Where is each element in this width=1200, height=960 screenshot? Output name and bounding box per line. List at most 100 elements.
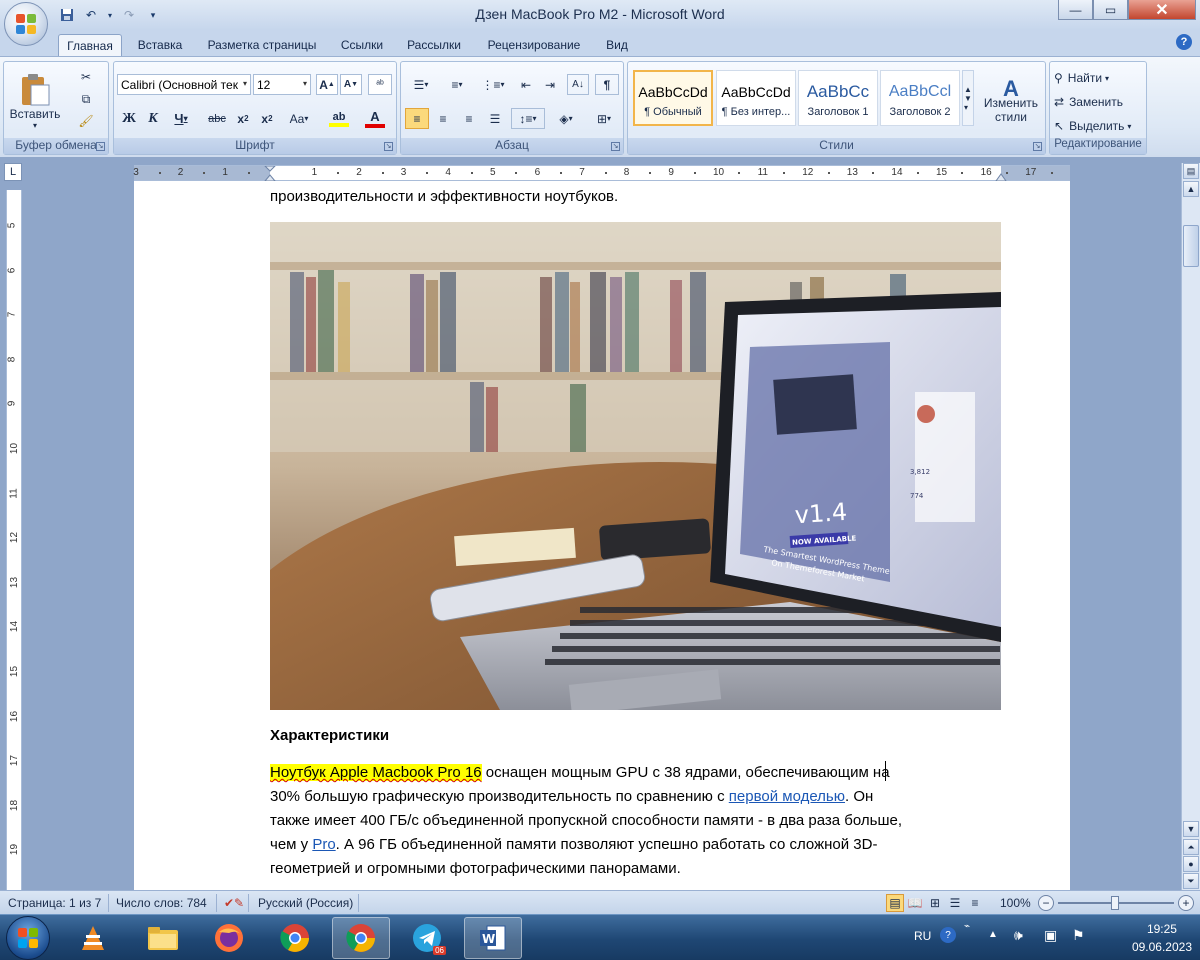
shrink-font-button[interactable]: A ▼ (340, 74, 362, 95)
tab-view[interactable]: Вид (598, 34, 636, 56)
taskbar-word[interactable]: W (464, 917, 522, 959)
tab-selector[interactable]: L (4, 163, 22, 181)
change-styles-button[interactable]: A Изменить стили (978, 68, 1044, 138)
numbering-button[interactable]: ≡ ▾ (441, 74, 473, 95)
format-painter-icon[interactable]: 🖌 (76, 112, 96, 130)
multilevel-list-button[interactable]: ⋮≡ ▾ (477, 74, 509, 95)
increase-indent-button[interactable]: ⇥ (539, 74, 561, 95)
style-heading-1[interactable]: AaBbCc Заголовок 1 (798, 70, 878, 126)
scroll-thumb[interactable] (1183, 225, 1199, 267)
zoom-slider-thumb[interactable] (1111, 896, 1119, 910)
decrease-indent-button[interactable]: ⇤ (515, 74, 537, 95)
paste-button[interactable]: Вставить ▾ (10, 66, 60, 136)
superscript-button[interactable]: x2 (256, 108, 278, 129)
taskbar-explorer[interactable] (134, 917, 192, 959)
show-hidden-icons[interactable]: ▲ (988, 929, 998, 940)
maximize-button[interactable]: ▭ (1093, 0, 1128, 20)
link-pro[interactable]: Pro (312, 836, 335, 853)
zoom-in-button[interactable]: + (1178, 895, 1194, 911)
print-layout-icon[interactable]: ▤ (886, 894, 904, 912)
dialog-launcher-icon[interactable]: ↘ (384, 142, 393, 151)
font-color-button[interactable]: A (358, 108, 392, 129)
volume-icon[interactable]: 🕪 (1014, 927, 1023, 944)
laptop-photo[interactable]: v1.4 NOW AVAILABLE The Smartest WordPres… (270, 222, 1001, 710)
line-spacing-button[interactable]: ↕≡ ▾ (511, 108, 545, 129)
tab-mailings[interactable]: Рассылки (400, 34, 468, 56)
clear-formatting-button[interactable]: ᵃᵇ (368, 74, 392, 95)
taskbar-telegram[interactable]: 06 (398, 917, 456, 959)
copy-icon[interactable]: ⧉ (76, 90, 96, 108)
justify-button[interactable]: ☰ (483, 108, 507, 129)
shading-button[interactable]: ◈ ▾ (549, 108, 583, 129)
document-page[interactable]: производительности и эффективности ноутб… (134, 181, 1070, 890)
show-marks-button[interactable]: ¶ (595, 74, 619, 95)
network-icon[interactable]: ▣ (1044, 927, 1057, 944)
clock[interactable]: 19:25 09.06.2023 (1132, 920, 1192, 956)
align-right-button[interactable]: ≡ (457, 108, 481, 129)
vertical-scrollbar[interactable]: ▤ ▲ ▼ ⏶ ● ⏷ (1181, 163, 1200, 890)
font-family-select[interactable]: Calibri (Основной тек ▾ (117, 74, 251, 95)
style-heading-2[interactable]: AaBbCcl Заголовок 2 (880, 70, 960, 126)
font-size-select[interactable]: 12 ▾ (253, 74, 311, 95)
tab-insert[interactable]: Вставка (130, 34, 190, 56)
dialog-launcher-icon[interactable]: ↘ (96, 142, 105, 151)
language-indicator[interactable]: Русский (Россия) (258, 896, 353, 910)
align-center-button[interactable]: ≡ (431, 108, 455, 129)
bold-button[interactable]: Ж (118, 108, 140, 129)
grow-font-button[interactable]: A ▲ (316, 74, 338, 95)
tab-home[interactable]: Главная (58, 34, 122, 56)
scroll-up-button[interactable]: ▲ (1183, 181, 1199, 197)
view-ruler-icon[interactable]: ▤ (1183, 163, 1199, 179)
underline-button[interactable]: Ч ▾ (166, 108, 196, 129)
help-tray-icon[interactable]: ? (940, 927, 956, 943)
help-icon[interactable]: ? (1176, 34, 1192, 50)
scroll-down-button[interactable]: ▼ (1183, 821, 1199, 837)
proofing-icon[interactable]: ✔✎ (224, 896, 244, 910)
outline-icon[interactable]: ☰ (946, 894, 964, 912)
dialog-launcher-icon[interactable]: ↘ (611, 142, 620, 151)
select-button[interactable]: ↖ Выделить ▾ (1054, 116, 1144, 136)
taskbar-vlc[interactable] (64, 917, 122, 959)
italic-button[interactable]: К (142, 108, 164, 129)
zoom-level[interactable]: 100% (1000, 896, 1031, 910)
ime-icon[interactable]: ⌁ (964, 921, 970, 932)
draft-icon[interactable]: ≡ (966, 894, 984, 912)
tab-page-layout[interactable]: Разметка страницы (200, 34, 324, 56)
style-no-spacing[interactable]: AaBbCcDd ¶ Без интер... (716, 70, 796, 126)
borders-button[interactable]: ⊞ ▾ (587, 108, 621, 129)
replace-button[interactable]: ⇄ Заменить (1054, 92, 1144, 112)
bullets-button[interactable]: ☰ ▾ (405, 74, 437, 95)
taskbar-chrome-1[interactable] (266, 917, 324, 959)
horizontal-ruler[interactable]: 3 2 1 1 2 3 4 5 6 7 8 9 10 11 12 13 14 15 16 17 (133, 165, 1070, 182)
web-layout-icon[interactable]: ⊞ (926, 894, 944, 912)
sort-button[interactable]: A↓ (567, 74, 589, 95)
next-page-button[interactable]: ⏷ (1183, 873, 1199, 889)
office-button[interactable] (4, 2, 48, 46)
minimize-button[interactable]: — (1058, 0, 1093, 20)
taskbar-chrome-2[interactable] (332, 917, 390, 959)
dialog-launcher-icon[interactable]: ↘ (1033, 142, 1042, 151)
strikethrough-button[interactable]: abc (204, 108, 230, 129)
indent-marker-icon[interactable] (264, 166, 276, 182)
browse-object-button[interactable]: ● (1183, 856, 1199, 872)
link-first-model[interactable]: первой моделью (729, 788, 845, 805)
style-normal[interactable]: AaBbCcDd ¶ Обычный (633, 70, 713, 126)
zoom-out-button[interactable]: − (1038, 895, 1054, 911)
change-case-button[interactable]: Aa ▾ (282, 108, 316, 129)
cut-icon[interactable]: ✂ (76, 68, 96, 86)
input-language[interactable]: RU (914, 929, 931, 943)
previous-page-button[interactable]: ⏶ (1183, 839, 1199, 855)
full-screen-reading-icon[interactable]: 📖 (906, 894, 924, 912)
taskbar-firefox[interactable] (200, 917, 258, 959)
word-count[interactable]: Число слов: 784 (116, 896, 207, 910)
find-button[interactable]: ⚲ Найти ▾ (1054, 68, 1144, 88)
tab-review[interactable]: Рецензирование (478, 34, 590, 56)
highlight-button[interactable]: ab (322, 108, 356, 129)
action-center-icon[interactable]: ⚑ (1072, 927, 1085, 944)
tab-references[interactable]: Ссылки (334, 34, 390, 56)
start-button[interactable] (6, 916, 50, 960)
page-count[interactable]: Страница: 1 из 7 (8, 896, 101, 910)
subscript-button[interactable]: x2 (232, 108, 254, 129)
styles-scroll[interactable]: ▲ ▼ ▾ (962, 70, 974, 126)
align-left-button[interactable]: ≡ (405, 108, 429, 129)
